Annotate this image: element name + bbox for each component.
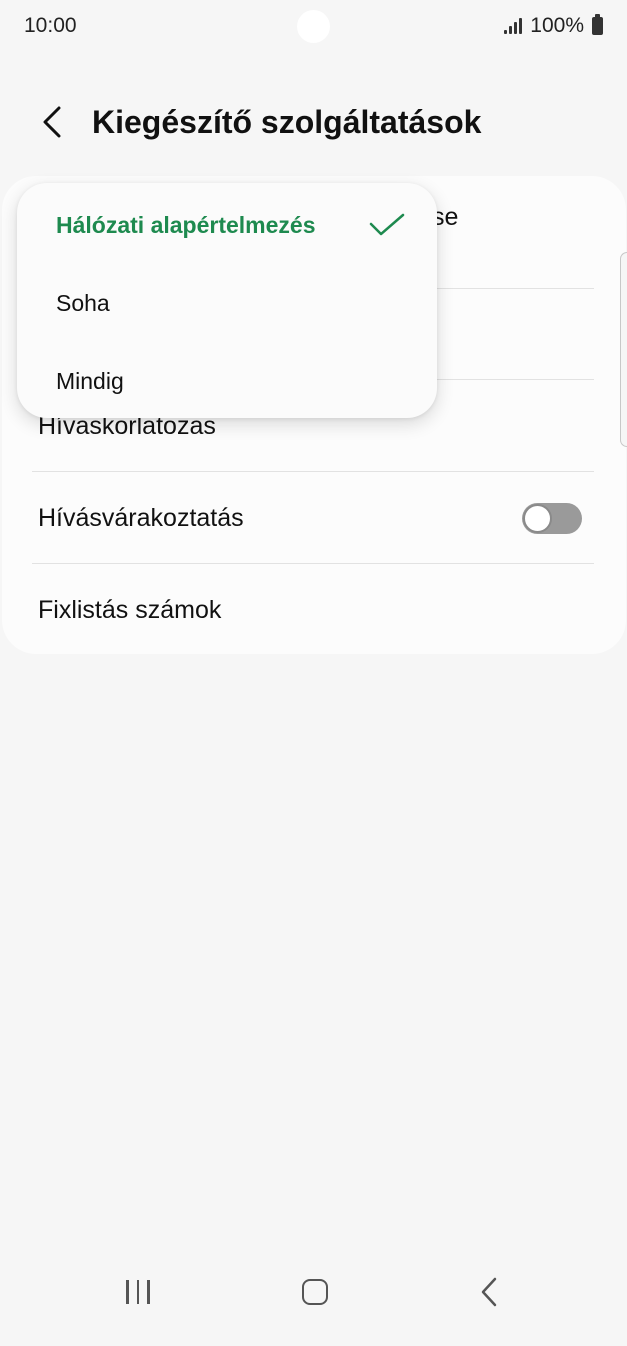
home-icon[interactable] bbox=[302, 1279, 328, 1305]
back-icon[interactable] bbox=[478, 1276, 500, 1308]
page-title: Kiegészítő szolgáltatások bbox=[92, 104, 482, 140]
status-time: 10:00 bbox=[24, 14, 77, 37]
signal-icon bbox=[504, 18, 523, 34]
popup-menu: Hálózati alapértelmezés Soha Mindig bbox=[17, 183, 437, 418]
navigation-bar bbox=[0, 1264, 627, 1346]
battery-icon bbox=[592, 14, 603, 35]
call-waiting-label: Hívásvárakoztatás bbox=[38, 503, 244, 532]
call-waiting-toggle[interactable] bbox=[522, 503, 582, 534]
fixed-dialing-label: Fixlistás számok bbox=[38, 595, 222, 624]
back-button[interactable] bbox=[30, 100, 74, 144]
battery-percentage: 100% bbox=[530, 14, 584, 37]
scroll-indicator[interactable] bbox=[620, 252, 627, 447]
option-network-default-label: Hálózati alapértelmezés bbox=[56, 211, 316, 238]
back-arrow-icon bbox=[43, 106, 61, 138]
call-waiting-item[interactable]: Hívásvárakoztatás bbox=[30, 472, 594, 564]
option-network-default[interactable]: Hálózati alapértelmezés bbox=[17, 186, 437, 264]
recent-apps-icon[interactable] bbox=[126, 1280, 150, 1304]
checkmark-icon bbox=[369, 213, 405, 236]
option-always[interactable]: Mindig bbox=[17, 342, 437, 420]
status-indicators: 100% bbox=[504, 14, 603, 38]
front-camera bbox=[297, 10, 330, 43]
option-always-label: Mindig bbox=[56, 367, 124, 394]
toggle-knob bbox=[523, 504, 552, 533]
app-header: Kiegészítő szolgáltatások bbox=[0, 90, 627, 160]
screen: 10:00 100% Kiegészítő szolgáltatások se … bbox=[0, 0, 627, 1346]
option-never[interactable]: Soha bbox=[17, 264, 437, 342]
fixed-dialing-item[interactable]: Fixlistás számok bbox=[30, 564, 594, 656]
status-bar: 10:00 100% bbox=[0, 0, 627, 56]
option-never-label: Soha bbox=[56, 289, 110, 316]
